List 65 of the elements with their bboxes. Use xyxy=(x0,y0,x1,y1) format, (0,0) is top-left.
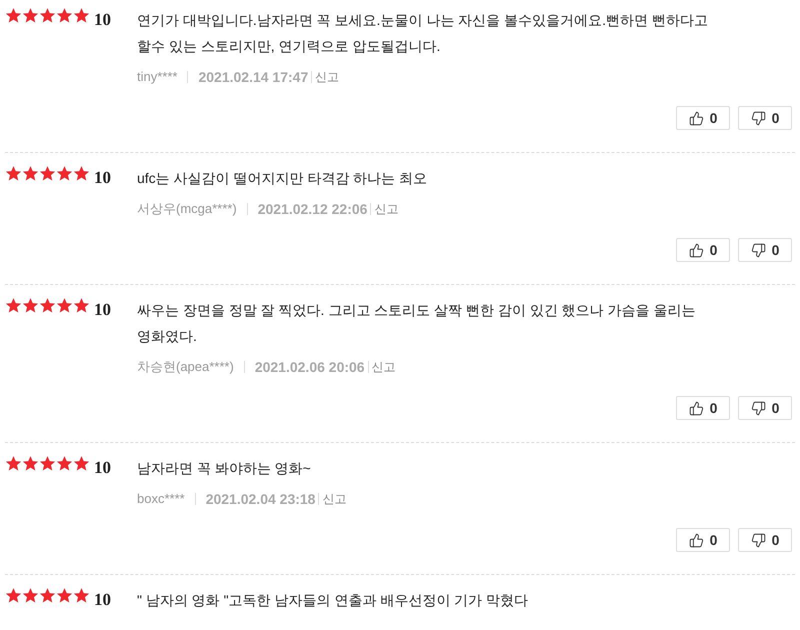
star-icon xyxy=(56,455,73,472)
review-text: " 남자의 영화 "고독한 남자들의 연출과 배우선정이 기가 막혔다 xyxy=(137,591,528,610)
review-text: 연기가 대박입니다.남자라면 꼭 보세요.눈물이 나는 자신을 볼수있을거에요.뻔하면 뻔하다고 xyxy=(137,11,708,30)
dislike-button[interactable]: 0 xyxy=(738,396,792,420)
like-button[interactable]: 0 xyxy=(676,238,730,262)
report-link[interactable]: 신고 xyxy=(372,358,396,376)
star-icon xyxy=(22,297,39,314)
username: boxc**** xyxy=(137,490,185,508)
report-link[interactable]: 신고 xyxy=(315,68,340,86)
like-button[interactable]: 0 xyxy=(676,528,730,552)
review-text: 남자라면 꼭 봐야하는 영화~ xyxy=(137,459,312,478)
star-icon xyxy=(73,7,90,24)
star-icon xyxy=(39,165,56,182)
star-icon xyxy=(22,165,39,182)
star-icon xyxy=(73,165,90,182)
star-icon xyxy=(73,297,90,314)
star-icon xyxy=(39,455,56,472)
score: 10 xyxy=(94,589,111,611)
report-link[interactable]: 신고 xyxy=(374,200,398,218)
dislike-button[interactable]: 0 xyxy=(738,528,792,552)
score: 10 xyxy=(94,299,111,321)
thumbs-up-icon xyxy=(688,242,704,258)
review-text: 할수 있는 스토리지만, 연기력으로 압도될겁니다. xyxy=(137,37,442,56)
review-date: 2021.02.06 20:06 xyxy=(254,358,365,376)
star-icon xyxy=(5,165,22,182)
star-icon xyxy=(56,165,73,182)
thumbs-up-icon xyxy=(688,532,704,548)
star-icon xyxy=(39,7,56,24)
star-icon xyxy=(5,297,22,314)
star-icon xyxy=(73,587,90,604)
star-icon xyxy=(22,587,39,604)
star-icon xyxy=(73,455,90,472)
score: 10 xyxy=(94,167,111,189)
review-date: 2021.02.14 17:47 xyxy=(198,68,308,86)
star-icon xyxy=(5,455,22,472)
report-link[interactable]: 신고 xyxy=(322,490,346,508)
review-date: 2021.02.12 22:06 xyxy=(258,200,368,218)
dislike-button[interactable]: 0 xyxy=(738,106,792,130)
star-icon xyxy=(39,587,56,604)
thumbs-up-icon xyxy=(688,400,704,416)
review-text: 싸우는 장면을 정말 잘 찍었다. 그리고 스토리도 살짝 뻔한 감이 있긴 했으나 가슴을 울리는 xyxy=(137,301,696,320)
star-icon xyxy=(56,587,73,604)
thumbs-down-icon xyxy=(750,242,766,258)
review-text: 영화였다. xyxy=(137,327,198,346)
star-icon xyxy=(56,297,73,314)
like-button[interactable]: 0 xyxy=(676,396,730,420)
score: 10 xyxy=(94,457,111,479)
thumbs-up-icon xyxy=(688,110,704,126)
star-icon xyxy=(22,455,39,472)
review-date: 2021.02.04 23:18 xyxy=(206,490,316,508)
star-icon xyxy=(5,587,22,604)
thumbs-down-icon xyxy=(750,110,766,126)
review-text: ufc는 사실감이 떨어지지만 타격감 하나는 최오 xyxy=(137,169,428,188)
like-button[interactable]: 0 xyxy=(676,106,730,130)
username: tiny**** xyxy=(137,68,178,86)
username: 차승현(apea****) xyxy=(137,358,234,376)
score: 10 xyxy=(94,9,111,31)
username: 서상우(mcga****) xyxy=(137,200,237,218)
star-icon xyxy=(5,7,22,24)
star-icon xyxy=(39,297,56,314)
dislike-button[interactable]: 0 xyxy=(738,238,792,262)
star-icon xyxy=(56,7,73,24)
thumbs-down-icon xyxy=(750,532,766,548)
star-icon xyxy=(22,7,39,24)
thumbs-down-icon xyxy=(750,400,766,416)
